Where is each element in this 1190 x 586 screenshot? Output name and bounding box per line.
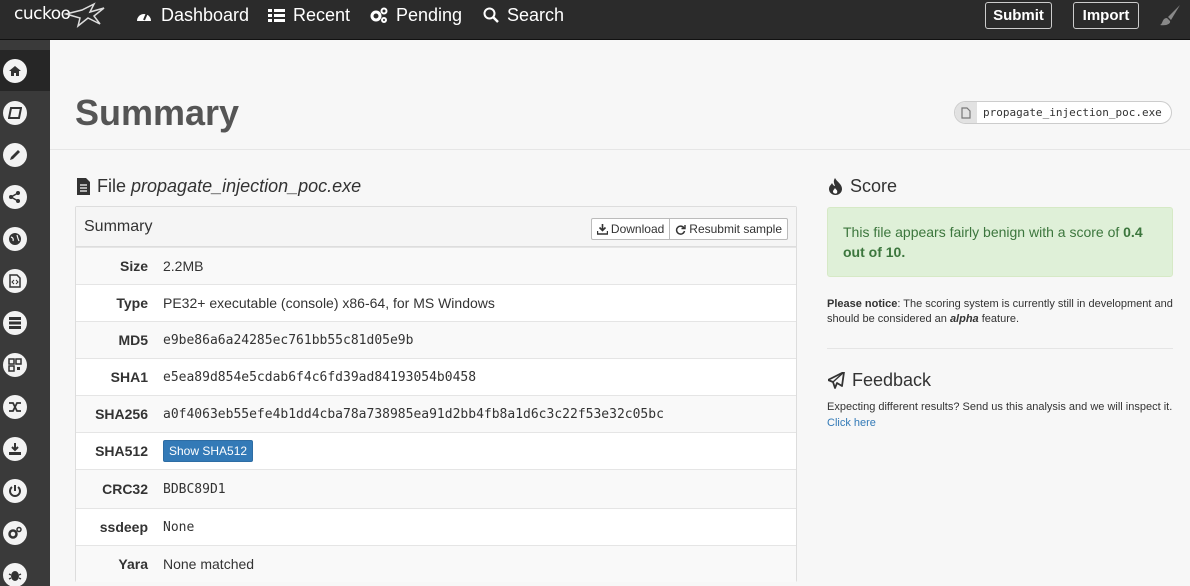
download-button-label: Download: [610, 222, 665, 236]
row-key: Size: [119, 258, 148, 274]
bird-logo-icon: [64, 2, 105, 28]
top-navbar: cuckoo Dashboard Recent Pending Search S…: [0, 0, 1190, 40]
row-key: ssdeep: [99, 519, 148, 535]
row-key: Type: [116, 295, 148, 311]
show-sha512-button[interactable]: Show SHA512: [163, 440, 254, 462]
left-sidebar: [0, 40, 50, 586]
file-icon: [77, 178, 90, 195]
file-heading-label: File: [97, 176, 127, 196]
submit-button[interactable]: Submit: [985, 2, 1052, 29]
search-icon: [483, 7, 499, 23]
nav-dashboard-label: Dashboard: [161, 4, 250, 25]
download-button[interactable]: Download: [590, 218, 671, 240]
feedback-description: Expecting different results? Send us thi…: [827, 401, 1173, 413]
share-icon[interactable]: [3, 185, 27, 209]
score-text: This file appears fairly benign with a s…: [843, 224, 1124, 240]
nav-pending-label: Pending: [396, 4, 463, 25]
table-row-sha256: SHA256 a0f4063eb55efe4b1dd4cba78a738985e…: [76, 395, 796, 432]
score-heading: Score: [828, 176, 897, 197]
row-value: None matched: [163, 556, 255, 572]
filename-badge: propagate_injection_poc.exe: [954, 101, 1172, 124]
feedback-heading: Feedback: [828, 370, 931, 391]
file-summary-panel: Summary Download Resubmit sample Size 2.…: [75, 206, 797, 582]
section-divider: [827, 348, 1173, 349]
nav-recent-label: Recent: [293, 4, 351, 25]
nav-recent[interactable]: Recent: [268, 4, 350, 26]
page-title: Summary: [75, 92, 240, 133]
file-icon: [955, 102, 977, 123]
bug-icon[interactable]: [3, 563, 27, 586]
filename-badge-text: propagate_injection_poc.exe: [983, 106, 1162, 119]
score-alert: This file appears fairly benign with a s…: [827, 207, 1173, 277]
table-row-sha1: SHA1 e5ea89d854e5cdab6f4c6fd39ad84193054…: [76, 358, 796, 395]
dashboard-icon: [137, 12, 151, 21]
feedback-text: Expecting different results? Send us thi…: [827, 400, 1187, 430]
row-value: e9be86a6a24285ec761bb55c81d05e9b: [163, 332, 414, 348]
table-row-yara: Yara None matched: [76, 545, 796, 582]
cuckoo-logo[interactable]: cuckoo: [14, 2, 105, 32]
resubmit-sample-button-label: Resubmit sample: [689, 222, 782, 236]
notice-label: Please notice: [827, 298, 898, 310]
feedback-link[interactable]: Click here: [827, 416, 1187, 430]
home-icon[interactable]: [3, 59, 27, 83]
row-value: None: [163, 519, 195, 535]
file-heading: File propagate_injection_poc.exe: [77, 176, 361, 197]
page-header: Summary propagate_injection_poc.exe: [50, 40, 1190, 150]
table-row-ssdeep: ssdeep None: [76, 508, 796, 545]
import-button[interactable]: Import: [1073, 2, 1139, 29]
notice-alpha: alpha: [949, 313, 979, 325]
code-file-icon[interactable]: [3, 269, 27, 293]
notice-text-2: feature.: [978, 313, 1020, 325]
file-heading-filename: propagate_injection_poc.exe: [131, 176, 362, 196]
list-icon: [268, 8, 285, 22]
row-value: e5ea89d854e5cdab6f4c6fd39ad84193054b0458: [163, 369, 477, 385]
table-row-md5: MD5 e9be86a6a24285ec761bb55c81d05e9b: [76, 321, 796, 358]
row-value: a0f4063eb55efe4b1dd4cba78a738985ea91d2bb…: [163, 406, 664, 422]
pencil-icon[interactable]: [3, 143, 27, 167]
nav-pending[interactable]: Pending: [370, 4, 462, 26]
nav-dashboard[interactable]: Dashboard: [135, 4, 249, 26]
row-value: PE32+ executable (console) x86-64, for M…: [163, 295, 495, 311]
row-value: 2.2MB: [163, 258, 204, 274]
panel-actions: Download Resubmit sample: [590, 218, 788, 240]
qrcode-icon[interactable]: [3, 353, 27, 377]
row-key: Yara: [118, 556, 148, 572]
nav-search-label: Search: [507, 4, 565, 25]
fire-icon: [829, 178, 842, 195]
scoring-notice: Please notice: The scoring system is cur…: [827, 297, 1177, 327]
score-heading-label: Score: [850, 176, 898, 196]
row-key: MD5: [118, 332, 148, 348]
table-row-type: Type PE32+ executable (console) x86-64, …: [76, 284, 796, 321]
refresh-icon: [676, 224, 686, 235]
globe-icon[interactable]: [3, 227, 27, 251]
server-icon[interactable]: [3, 311, 27, 335]
row-key: SHA256: [95, 406, 148, 422]
row-key: SHA1: [110, 369, 148, 385]
table-row-size: Size 2.2MB: [76, 247, 796, 284]
panel-header: Summary Download Resubmit sample: [76, 207, 796, 247]
table-row-sha512: SHA512 Show SHA512: [76, 432, 796, 469]
feedback-heading-label: Feedback: [852, 370, 932, 390]
shuffle-icon[interactable]: [3, 395, 27, 419]
download-icon: [596, 223, 608, 235]
resubmit-sample-button[interactable]: Resubmit sample: [670, 218, 788, 240]
panel-title: Summary: [84, 218, 153, 235]
paper-plane-icon: [828, 372, 845, 389]
row-value: BDBC89D1: [163, 481, 226, 497]
table-row-crc32: CRC32 BDBC89D1: [76, 469, 796, 508]
book-icon[interactable]: [3, 101, 27, 125]
download-icon[interactable]: [3, 437, 27, 461]
row-key: SHA512: [95, 443, 148, 459]
cogs-icon[interactable]: [3, 521, 27, 545]
nav-search[interactable]: Search: [483, 4, 564, 26]
paintbrush-icon[interactable]: [1158, 3, 1182, 27]
logo-text: cuckoo: [14, 4, 71, 24]
row-key: CRC32: [102, 481, 148, 497]
cogs-icon: [370, 7, 388, 23]
power-icon[interactable]: [3, 479, 27, 503]
